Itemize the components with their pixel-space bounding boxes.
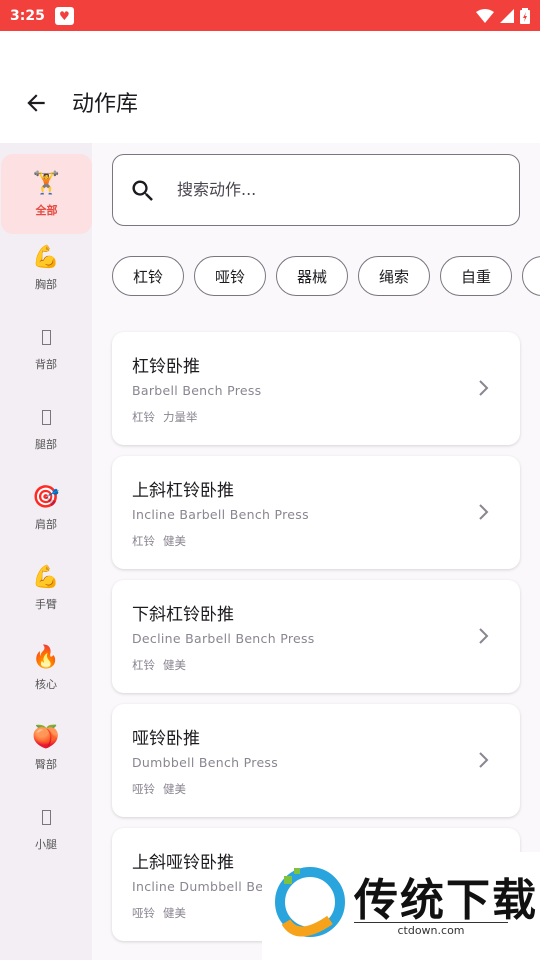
- exercise-english-name: Dumbbell Bench Press: [132, 755, 279, 770]
- sidebar-item-label: 胸部: [35, 278, 57, 291]
- sidebar-item-label: 手臂: [35, 598, 57, 611]
- missing-glyph-icon: [41, 404, 51, 432]
- chevron-right-icon: [479, 504, 489, 520]
- exercise-tags: 哑铃 健美: [132, 781, 186, 797]
- search-box[interactable]: [112, 154, 520, 226]
- exercise-card[interactable]: 杠铃卧推 Barbell Bench Press 杠铃 力量举: [112, 332, 520, 445]
- exercise-name: 杠铃卧推: [132, 357, 200, 377]
- chevron-right-icon: [479, 752, 489, 768]
- missing-glyph-icon: [41, 804, 51, 832]
- tag: 哑铃: [132, 782, 155, 796]
- fire-icon: 🔥: [32, 645, 60, 670]
- sidebar-item-glutes[interactable]: 🍑 臀部: [0, 708, 92, 788]
- page-title: 动作库: [72, 92, 139, 117]
- sidebar-item-back[interactable]: 背部: [0, 308, 92, 388]
- sidebar-item-arms[interactable]: 💪 手臂: [0, 548, 92, 628]
- search-icon: [132, 180, 153, 201]
- exercise-english-name: Incline Barbell Bench Press: [132, 507, 309, 522]
- wifi-icon: [476, 8, 494, 23]
- status-time: 3:25: [10, 7, 45, 24]
- watermark: 传统下载 ctdown.com: [262, 852, 540, 960]
- chip-bodyweight[interactable]: 自重: [440, 256, 512, 296]
- sidebar-item-shoulders[interactable]: 🎯 肩部: [0, 468, 92, 548]
- exercise-english-name: Decline Barbell Bench Press: [132, 631, 315, 646]
- tag: 健美: [163, 658, 186, 672]
- sidebar-item-label: 背部: [35, 358, 57, 371]
- signal-icon: [500, 8, 514, 23]
- tag: 杠铃: [132, 410, 155, 424]
- exercise-english-name: Incline Dumbbell Ben: [132, 879, 272, 894]
- tag: 健美: [163, 534, 186, 548]
- chip-barbell[interactable]: 杠铃: [112, 256, 184, 296]
- watermark-logo-icon: [275, 867, 345, 937]
- sidebar-item-calves[interactable]: 小腿: [0, 788, 92, 868]
- status-bar: 3:25 ♥: [0, 0, 540, 31]
- status-icons: [476, 7, 530, 24]
- back-button[interactable]: [20, 87, 52, 119]
- tag: 杠铃: [132, 534, 155, 548]
- exercise-name: 哑铃卧推: [132, 729, 200, 749]
- sidebar-item-chest[interactable]: 💪 胸部: [0, 228, 92, 308]
- exercise-name: 上斜杠铃卧推: [132, 481, 234, 501]
- exercise-tags: 杠铃 健美: [132, 657, 186, 673]
- tag: 哑铃: [132, 906, 155, 920]
- category-sidebar: 🏋 全部 💪 胸部 背部 腿部 🎯 肩部 💪 手臂 🔥 核心 🍑 臀部 小腿: [0, 143, 92, 960]
- exercise-card[interactable]: 上斜杠铃卧推 Incline Barbell Bench Press 杠铃 健美: [112, 456, 520, 569]
- battery-icon: [520, 7, 530, 24]
- sidebar-item-label: 腿部: [35, 438, 57, 451]
- tag: 健美: [163, 906, 186, 920]
- sidebar-item-label: 臀部: [35, 758, 57, 771]
- watermark-url: ctdown.com: [354, 922, 508, 937]
- flexed-biceps-icon: 💪: [32, 245, 60, 270]
- sidebar-item-label: 肩部: [35, 518, 57, 531]
- missing-glyph-icon: [41, 324, 51, 352]
- sidebar-item-label: 全部: [35, 204, 58, 217]
- chip-more[interactable]: [522, 256, 540, 296]
- target-icon: 🎯: [32, 485, 60, 510]
- chip-cable[interactable]: 绳索: [358, 256, 430, 296]
- sidebar-item-all[interactable]: 🏋 全部: [1, 154, 92, 234]
- arrow-back-icon: [27, 94, 45, 112]
- chip-dumbbell[interactable]: 哑铃: [194, 256, 266, 296]
- sidebar-item-legs[interactable]: 腿部: [0, 388, 92, 468]
- exercise-card[interactable]: 哑铃卧推 Dumbbell Bench Press 哑铃 健美: [112, 704, 520, 817]
- exercise-english-name: Barbell Bench Press: [132, 383, 262, 398]
- chevron-right-icon: [479, 380, 489, 396]
- tag: 杠铃: [132, 658, 155, 672]
- chip-machine[interactable]: 器械: [276, 256, 348, 296]
- exercise-name: 上斜哑铃卧推: [132, 853, 234, 873]
- flexed-biceps-icon: 💪: [32, 565, 60, 590]
- peach-icon: 🍑: [32, 725, 60, 750]
- exercise-tags: 杠铃 健美: [132, 533, 186, 549]
- watermark-text: 传统下载: [354, 875, 538, 926]
- exercise-card[interactable]: 下斜杠铃卧推 Decline Barbell Bench Press 杠铃 健美: [112, 580, 520, 693]
- sidebar-item-label: 小腿: [35, 838, 57, 851]
- filter-chips: 杠铃 哑铃 器械 绳索 自重: [112, 256, 540, 298]
- exercise-name: 下斜杠铃卧推: [132, 605, 234, 625]
- exercise-tags: 哑铃 健美: [132, 905, 186, 921]
- app-notification-icon: ♥: [54, 6, 74, 25]
- sidebar-item-label: 核心: [35, 678, 57, 691]
- search-input[interactable]: [177, 155, 507, 224]
- sidebar-item-core[interactable]: 🔥 核心: [0, 628, 92, 708]
- tag: 力量举: [163, 410, 198, 424]
- chevron-right-icon: [479, 628, 489, 644]
- app-bar: 动作库: [0, 31, 540, 143]
- weightlifter-icon: 🏋: [32, 171, 61, 196]
- tag: 健美: [163, 782, 186, 796]
- exercise-tags: 杠铃 力量举: [132, 409, 198, 425]
